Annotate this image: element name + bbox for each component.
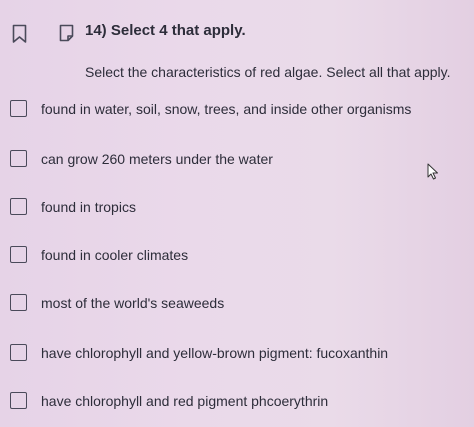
option-4-label: found in cooler climates (41, 246, 189, 263)
option-6-label: have chlorophyll and yellow-brown pigmen… (41, 344, 389, 361)
option-6-checkbox[interactable] (10, 344, 27, 361)
option-2[interactable]: can grow 260 meters under the water (10, 150, 273, 167)
option-3-checkbox[interactable] (10, 198, 27, 215)
option-5[interactable]: most of the world's seaweeds (10, 294, 224, 311)
question-title: 14) Select 4 that apply. (85, 22, 246, 39)
option-1-checkbox[interactable] (10, 100, 27, 117)
option-6[interactable]: have chlorophyll and yellow-brown pigmen… (10, 344, 388, 361)
option-5-checkbox[interactable] (10, 294, 27, 311)
note-icon[interactable] (59, 24, 74, 49)
option-7[interactable]: have chlorophyll and red pigment phcoery… (10, 392, 328, 409)
option-3[interactable]: found in tropics (10, 198, 136, 215)
option-7-checkbox[interactable] (10, 392, 27, 409)
option-2-checkbox[interactable] (10, 150, 27, 167)
option-1-label: found in water, soil, snow, trees, and i… (41, 100, 412, 117)
bookmark-icon[interactable] (12, 24, 27, 49)
question-instruction: Select the characteristics of red algae.… (85, 64, 451, 80)
option-1[interactable]: found in water, soil, snow, trees, and i… (10, 100, 411, 117)
option-5-label: most of the world's seaweeds (41, 294, 225, 311)
option-7-label: have chlorophyll and red pigment phcoery… (41, 392, 329, 409)
option-3-label: found in tropics (41, 198, 136, 215)
option-2-label: can grow 260 meters under the water (41, 150, 273, 167)
option-4[interactable]: found in cooler climates (10, 246, 188, 263)
option-4-checkbox[interactable] (10, 246, 27, 263)
